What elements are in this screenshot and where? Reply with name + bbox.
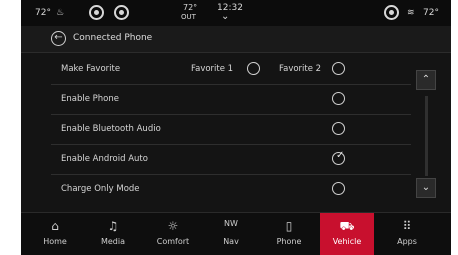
enable-phone-checkbox[interactable] xyxy=(332,92,345,105)
rear-heat-icon[interactable]: ≋ xyxy=(407,8,415,18)
infotainment-screen: 72° ♨ 72° OUT 12:32 ⌄ ≋ 72° ← Connected … xyxy=(21,0,451,255)
nav-label: Nav xyxy=(223,237,239,246)
page-header: ← Connected Phone xyxy=(21,26,451,53)
driver-seat-button[interactable] xyxy=(89,5,104,20)
nav-nav[interactable]: NW Nav xyxy=(205,213,257,255)
passenger-seat-button[interactable] xyxy=(114,5,129,20)
nav-label: Media xyxy=(100,237,126,246)
nav-apps[interactable]: ⠿ Apps xyxy=(381,213,433,255)
setting-row-enable-bluetooth-audio[interactable]: Enable Bluetooth Audio xyxy=(51,114,411,145)
favorite-1-radio[interactable] xyxy=(247,62,260,75)
favorite-2-label: Favorite 2 xyxy=(279,64,322,74)
back-arrow-icon[interactable]: ← xyxy=(51,31,66,46)
chevron-down-icon[interactable]: ⌄ xyxy=(221,11,229,22)
scroll-down-button[interactable]: ⌄ xyxy=(416,178,436,198)
checkmark-icon: ✓ xyxy=(336,150,345,161)
left-temp[interactable]: 72° xyxy=(35,8,51,18)
charge-only-mode-checkbox[interactable] xyxy=(332,182,345,195)
nav-label: Vehicle xyxy=(332,237,362,246)
setting-label: Charge Only Mode xyxy=(61,184,140,194)
status-bar: 72° ♨ 72° OUT 12:32 ⌄ ≋ 72° xyxy=(21,0,451,26)
right-temp[interactable]: 72° xyxy=(423,8,439,18)
setting-row-enable-android-auto[interactable]: Enable Android Auto ✓ xyxy=(51,144,411,175)
scroll-up-button[interactable]: ⌃ xyxy=(416,70,436,90)
nav-comfort[interactable]: ☼ Comfort xyxy=(147,213,199,255)
page-title: Connected Phone xyxy=(73,33,153,43)
outside-temp: 72° xyxy=(183,3,198,12)
enable-android-auto-checkbox[interactable]: ✓ xyxy=(332,150,345,165)
setting-label: Enable Bluetooth Audio xyxy=(61,124,161,134)
home-icon: ⌂ xyxy=(51,219,59,233)
nav-label: Home xyxy=(43,237,67,246)
right-seat-button[interactable] xyxy=(384,5,399,20)
setting-row-charge-only-mode[interactable]: Charge Only Mode xyxy=(51,174,411,204)
setting-row-enable-phone[interactable]: Enable Phone xyxy=(51,84,411,115)
favorite-1-label: Favorite 1 xyxy=(191,64,234,74)
nav-media[interactable]: ♫ Media xyxy=(87,213,139,255)
nav-label: Apps xyxy=(397,237,417,246)
enable-bluetooth-audio-checkbox[interactable] xyxy=(332,122,345,135)
music-icon: ♫ xyxy=(107,219,119,233)
bottom-nav: ⌂ Home ♫ Media ☼ Comfort NW Nav ▯ Phone … xyxy=(21,212,451,255)
seat-heat-icon[interactable]: ♨ xyxy=(56,8,64,18)
setting-label: Enable Phone xyxy=(61,94,119,104)
outside-label: OUT xyxy=(181,13,196,21)
nav-phone[interactable]: ▯ Phone xyxy=(263,213,315,255)
make-favorite-label: Make Favorite xyxy=(61,64,121,74)
nav-label: Phone xyxy=(276,237,302,246)
compass-icon: NW xyxy=(224,219,238,228)
nav-home[interactable]: ⌂ Home xyxy=(29,213,81,255)
car-icon: ⛟ xyxy=(339,219,355,233)
nav-label: Comfort xyxy=(156,237,190,246)
apps-icon: ⠿ xyxy=(402,219,412,233)
nav-vehicle[interactable]: ⛟ Vehicle xyxy=(320,213,374,255)
comfort-icon: ☼ xyxy=(167,219,179,233)
scrollbar-track[interactable] xyxy=(425,96,428,176)
favorite-2-radio[interactable] xyxy=(332,62,345,75)
setting-label: Enable Android Auto xyxy=(61,154,148,164)
make-favorite-row: Make Favorite Favorite 1 Favorite 2 xyxy=(51,54,411,85)
phone-icon: ▯ xyxy=(285,219,293,233)
